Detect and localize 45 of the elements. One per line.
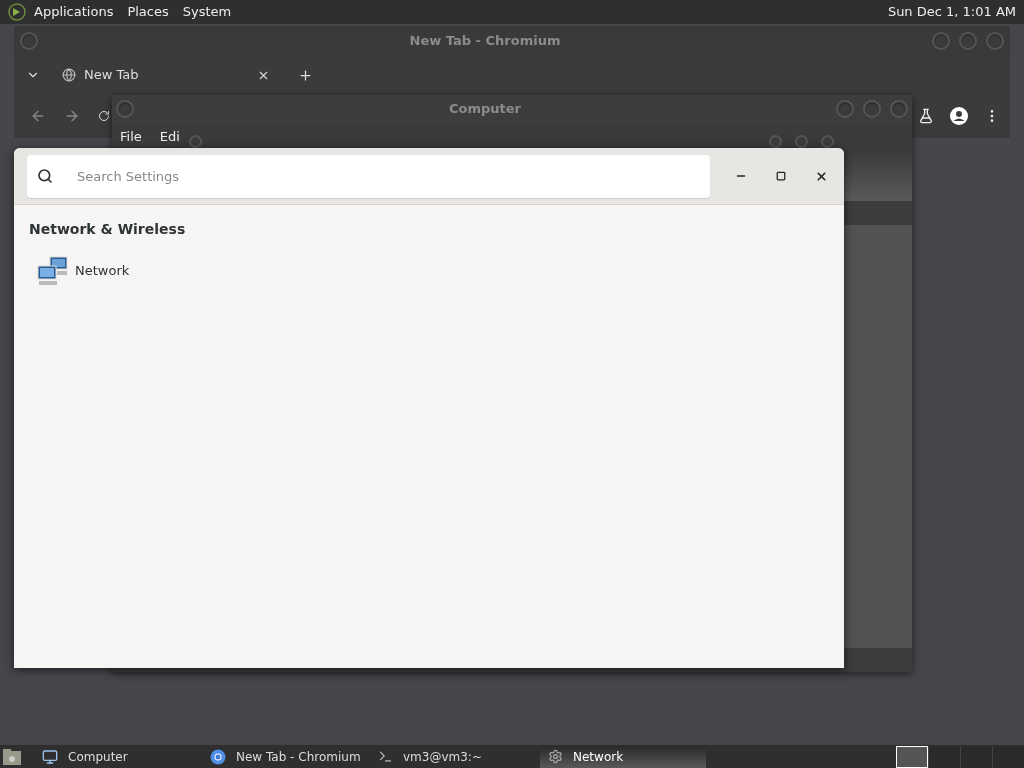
panel-menu[interactable]: System xyxy=(182,2,232,22)
globe-icon xyxy=(62,68,76,82)
window-control-button[interactable] xyxy=(863,100,881,118)
taskbar-button[interactable]: Computer xyxy=(36,745,200,768)
taskbar-button[interactable]: New Tab - Chromium xyxy=(204,745,368,768)
profile-icon[interactable] xyxy=(950,107,968,125)
window-control-button[interactable] xyxy=(795,135,808,148)
flask-icon[interactable] xyxy=(918,108,934,124)
window-control-button[interactable] xyxy=(890,100,908,118)
reload-icon[interactable] xyxy=(98,110,110,122)
maximize-icon xyxy=(776,171,786,181)
show-desktop-icon[interactable] xyxy=(2,747,22,766)
window-control-button[interactable] xyxy=(20,32,38,50)
window-control-button[interactable] xyxy=(836,100,854,118)
gear-icon xyxy=(548,749,563,764)
panel-menu[interactable]: Applications xyxy=(34,2,114,22)
forward-icon[interactable] xyxy=(64,108,80,124)
monitor-icon xyxy=(42,748,58,765)
browser-tab[interactable]: New Tab xyxy=(56,61,276,89)
search-icon xyxy=(37,167,53,184)
window-control-button[interactable] xyxy=(986,32,1004,50)
window-control-button[interactable] xyxy=(932,32,950,50)
window-control-button[interactable] xyxy=(189,135,202,148)
section-heading: Network & Wireless xyxy=(29,220,187,239)
network-computers-icon xyxy=(37,256,69,286)
window-control-button[interactable] xyxy=(769,135,782,148)
menu-logo-icon xyxy=(8,3,26,21)
back-icon[interactable] xyxy=(30,108,46,124)
taskbar-button[interactable]: Network xyxy=(540,745,706,768)
new-tab-icon[interactable] xyxy=(298,67,313,83)
clock[interactable]: Sun Dec 1, 1:01 AM xyxy=(887,2,1016,22)
window-title: Computer xyxy=(448,100,522,119)
window-control-button[interactable] xyxy=(959,32,977,50)
taskbar-button[interactable]: vm3@vm3:~ xyxy=(372,745,536,768)
settings-item[interactable]: Network xyxy=(37,256,130,286)
panel-menu[interactable]: Places xyxy=(127,2,169,22)
search-field[interactable]: Search Settings xyxy=(27,154,710,198)
close-icon xyxy=(814,169,828,183)
window-control-button[interactable] xyxy=(821,135,834,148)
menu-item[interactable]: Edi xyxy=(159,127,180,147)
window-control-button[interactable] xyxy=(116,100,134,118)
window-title: New Tab - Chromium xyxy=(408,32,562,51)
menu-item[interactable]: File xyxy=(120,127,142,147)
browser-icon xyxy=(210,748,226,765)
terminal-icon xyxy=(378,749,393,764)
